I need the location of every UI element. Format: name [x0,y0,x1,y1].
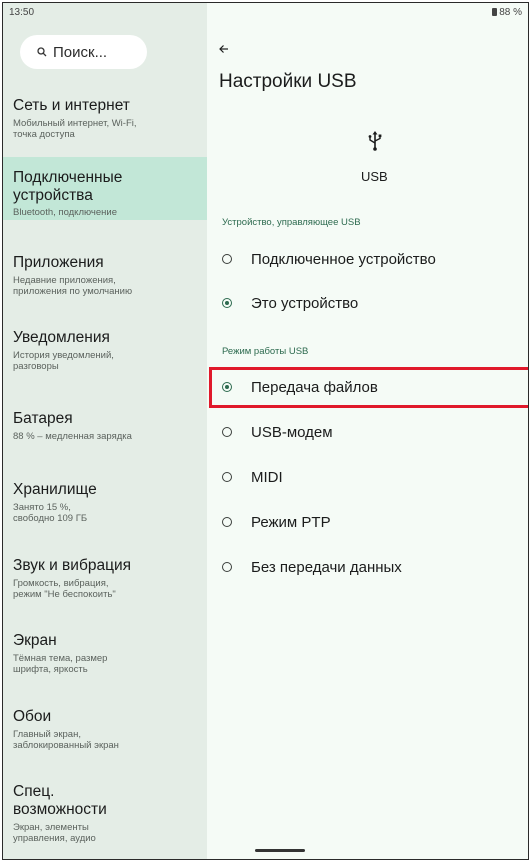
sidebar-item-subtitle: Недавние приложения, приложения по умолч… [13,275,207,297]
option-label: MIDI [251,468,283,486]
sidebar-item-connected-devices[interactable]: Подключенные устройства Bluetooth, подкл… [3,157,207,220]
subtitle-line: Мобильный интернет, Wi-Fi, [13,118,137,129]
sidebar-item-subtitle: Главный экран, заблокированный экран [13,729,207,751]
sidebar-item-subtitle: История уведомлений, разговоры [13,350,207,372]
radio-button-unchecked[interactable] [222,562,232,572]
subtitle-line: Тёмная тема, размер [13,653,108,664]
usb-icon [368,131,382,156]
subtitle-line: режим "Не беспокоить" [13,589,116,600]
option-label: Без передачи данных [251,558,402,576]
radio-button-unchecked[interactable] [222,254,232,264]
title-line: Спец. [13,783,55,800]
option-label: Это устройство [251,294,359,312]
option-label: Режим PTP [251,513,331,531]
sidebar-item-subtitle: Тёмная тема, размер шрифта, яркость [13,653,207,675]
sidebar-item-accessibility[interactable]: Спец. возможности Экран, элементы управл… [3,783,207,844]
subtitle-line: приложения по умолчанию [13,286,133,297]
subtitle-line: Громкость, вибрация, [13,578,109,589]
radio-option-usb-modem[interactable]: USB-модем [222,417,333,447]
option-label: Подключенное устройство [251,250,436,268]
sidebar-item-network[interactable]: Сеть и интернет Мобильный интернет, Wi-F… [3,97,207,140]
radio-button-unchecked[interactable] [222,427,232,437]
subtitle-line: Занято 15 %, [13,502,71,513]
sidebar-item-notifications[interactable]: Уведомления История уведомлений, разгово… [3,329,207,372]
subtitle-line: Недавние приложения, [13,275,116,286]
sidebar-item-title: Сеть и интернет [13,97,130,114]
subtitle-line: разговоры [13,361,59,372]
subtitle-line: шрифта, яркость [13,664,88,675]
subtitle-line: свободно 109 ГБ [13,513,88,524]
page-title: Настройки USB [219,71,357,92]
battery-icon [492,8,498,16]
radio-option-connected-device[interactable]: Подключенное устройство [222,244,436,274]
sidebar-item-title: Хранилище [13,481,97,498]
sidebar-item-apps[interactable]: Приложения Недавние приложения, приложен… [3,254,207,297]
sidebar-item-subtitle: Занято 15 %, свободно 109 ГБ [13,502,207,524]
arrow-left-icon[interactable] [219,41,229,57]
radio-option-no-data-transfer[interactable]: Без передачи данных [222,552,402,582]
subtitle-line: Экран, элементы [13,822,89,833]
sidebar-item-sound[interactable]: Звук и вибрация Громкость, вибрация, реж… [3,557,207,600]
title-line: возможности [13,801,107,818]
sidebar-item-title: Уведомления [13,329,110,346]
option-label: USB-модем [251,423,333,441]
sidebar-item-subtitle: Экран, элементы управления, аудио [13,822,207,844]
search-icon [37,44,47,61]
sidebar-item-title: Спец. возможности [13,783,207,819]
sidebar-item-title: Батарея [13,410,73,427]
title-line: Подключенные [13,169,123,186]
section-header-usb-mode: Режим работы USB [222,346,309,357]
search-box[interactable]: Поиск... [20,35,147,69]
sidebar-item-subtitle: 88 % – медленная зарядка [13,431,132,442]
subtitle-line: точка доступа [13,129,75,140]
subtitle-line: История уведомлений, [13,350,114,361]
search-placeholder: Поиск... [53,43,108,61]
usb-label: USB [361,169,388,184]
sidebar-item-subtitle: Bluetooth, подключение [13,207,117,218]
subtitle-line: управления, аудио [13,833,96,844]
sidebar-item-subtitle: Мобильный интернет, Wi-Fi, точка доступа [13,118,207,140]
sidebar-item-title: Экран [13,632,57,649]
sidebar-item-storage[interactable]: Хранилище Занято 15 %, свободно 109 ГБ [3,481,207,524]
battery-level: 88 % [499,7,522,18]
status-time: 13:50 [9,7,35,18]
sidebar-item-battery[interactable]: Батарея 88 % – медленная зарядка [3,410,207,442]
sidebar-item-subtitle: Громкость, вибрация, режим "Не беспокоит… [13,578,207,600]
sidebar-item-title: Звук и вибрация [13,557,131,574]
title-line: устройства [13,187,93,204]
highlight-box [209,367,528,408]
settings-sidebar: 13:50 Поиск... Сеть и интернет Мобильный… [3,3,207,859]
device-frame: 13:50 Поиск... Сеть и интернет Мобильный… [2,2,529,860]
status-battery: 88 % [492,7,522,18]
subtitle-line: Главный экран, [13,729,81,740]
radio-option-this-device[interactable]: Это устройство [222,288,358,318]
section-header-usb-controller: Устройство, управляющее USB [222,217,361,228]
subtitle-line: заблокированный экран [13,740,119,751]
sidebar-item-display[interactable]: Экран Тёмная тема, размер шрифта, яркост… [3,632,207,675]
radio-button-unchecked[interactable] [222,517,232,527]
sidebar-item-wallpaper[interactable]: Обои Главный экран, заблокированный экра… [3,708,207,751]
radio-option-ptp[interactable]: Режим PTP [222,507,331,537]
sidebar-item-title: Приложения [13,254,104,271]
radio-button-checked[interactable] [222,298,232,308]
radio-button-unchecked[interactable] [222,472,232,482]
radio-option-midi[interactable]: MIDI [222,462,283,492]
sidebar-item-title: Обои [13,708,52,725]
sidebar-item-title: Подключенные устройства [13,169,207,205]
home-indicator[interactable] [255,849,305,852]
